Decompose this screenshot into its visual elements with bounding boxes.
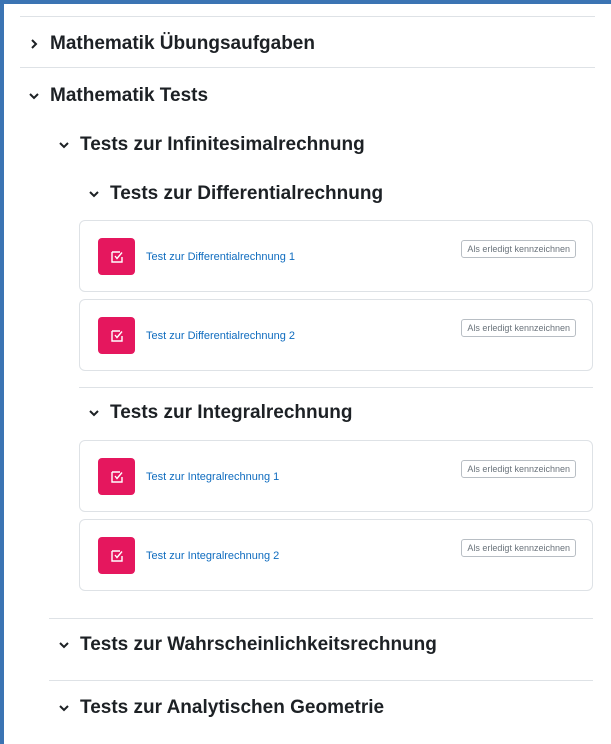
activity-link[interactable]: Test zur Differentialrechnung 1 — [146, 251, 295, 263]
mark-as-done-button[interactable]: Als erledigt kennzeichnen — [461, 319, 576, 337]
divider — [20, 16, 595, 17]
subsection-integralrechnung[interactable]: Tests zur Integralrechnung — [86, 402, 352, 424]
activity-card: Test zur Integralrechnung 1 Als erledigt… — [79, 440, 593, 512]
subsection-title: Tests zur Analytischen Geometrie — [80, 697, 385, 718]
divider — [79, 387, 593, 388]
chevron-down-icon[interactable] — [56, 700, 72, 716]
divider — [49, 680, 593, 681]
chevron-down-icon[interactable] — [86, 405, 102, 421]
activity-card: Test zur Differentialrechnung 1 Als erle… — [79, 220, 593, 292]
mark-as-done-button[interactable]: Als erledigt kennzeichnen — [461, 539, 576, 557]
subsection-infinitesimalrechnung[interactable]: Tests zur Infinitesimalrechnung — [56, 134, 365, 156]
chevron-down-icon[interactable] — [26, 88, 42, 104]
chevron-right-icon[interactable] — [26, 36, 42, 52]
activity-link[interactable]: Test zur Differentialrechnung 2 — [146, 330, 295, 342]
section-title: Mathematik Tests — [50, 85, 209, 106]
mark-as-done-button[interactable]: Als erledigt kennzeichnen — [461, 460, 576, 478]
activity-link[interactable]: Test zur Integralrechnung 2 — [146, 550, 279, 562]
chevron-down-icon[interactable] — [86, 186, 102, 202]
section-mathematik-uebungsaufgaben[interactable]: Mathematik Übungsaufgaben — [26, 33, 315, 55]
subsection-title: Tests zur Differentialrechnung — [110, 183, 384, 204]
divider — [49, 618, 593, 619]
course-content-frame — [0, 0, 611, 744]
quiz-icon[interactable] — [98, 458, 135, 495]
quiz-icon[interactable] — [98, 537, 135, 574]
chevron-down-icon[interactable] — [56, 637, 72, 653]
subsection-differentialrechnung[interactable]: Tests zur Differentialrechnung — [86, 183, 383, 205]
section-title: Mathematik Übungsaufgaben — [50, 33, 315, 54]
quiz-icon[interactable] — [98, 238, 135, 275]
chevron-down-icon[interactable] — [56, 137, 72, 153]
subsection-title: Tests zur Infinitesimalrechnung — [80, 134, 365, 155]
subsection-title: Tests zur Wahrscheinlichkeitsrechnung — [80, 634, 437, 655]
divider — [20, 67, 595, 68]
subsection-title: Tests zur Integralrechnung — [110, 402, 353, 423]
activity-link[interactable]: Test zur Integralrechnung 1 — [146, 471, 279, 483]
activity-card: Test zur Differentialrechnung 2 Als erle… — [79, 299, 593, 371]
subsection-analytische-geometrie[interactable]: Tests zur Analytischen Geometrie — [56, 697, 384, 719]
subsection-wahrscheinlichkeitsrechnung[interactable]: Tests zur Wahrscheinlichkeitsrechnung — [56, 634, 437, 656]
activity-card: Test zur Integralrechnung 2 Als erledigt… — [79, 519, 593, 591]
quiz-icon[interactable] — [98, 317, 135, 354]
section-mathematik-tests[interactable]: Mathematik Tests — [26, 85, 208, 107]
mark-as-done-button[interactable]: Als erledigt kennzeichnen — [461, 240, 576, 258]
